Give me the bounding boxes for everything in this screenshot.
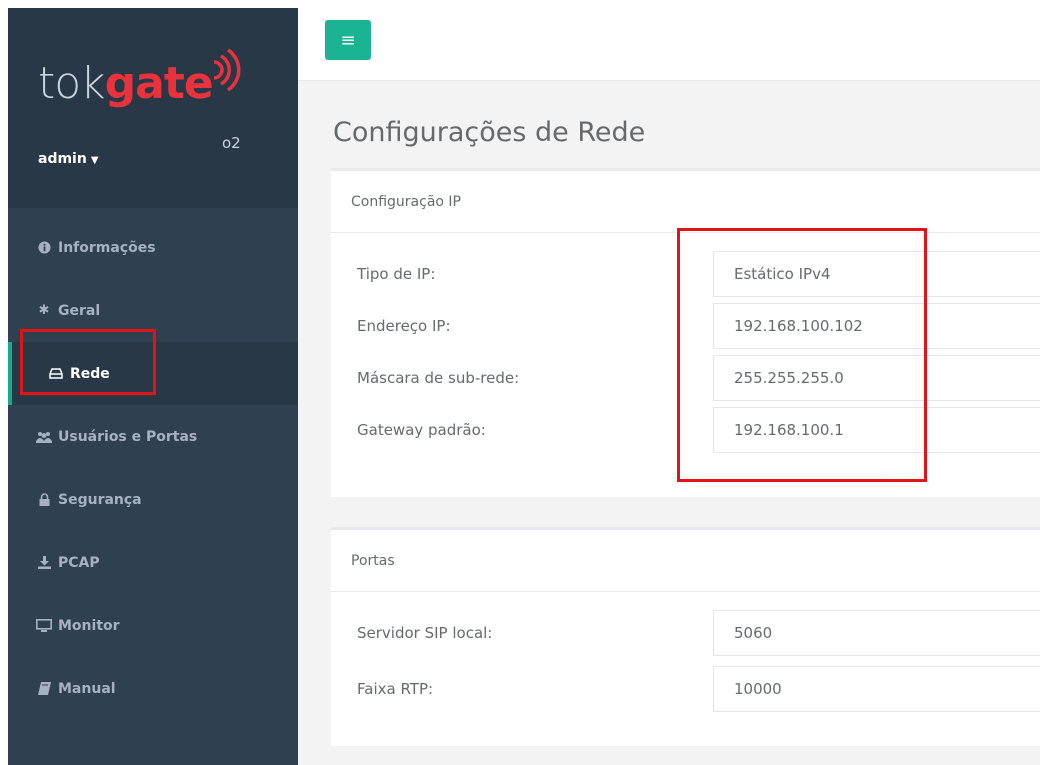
gear-icon: ✱ — [38, 303, 50, 318]
user-menu[interactable]: admin ▼ — [38, 151, 99, 167]
subnet-mask-label: Máscara de sub-rede: — [357, 369, 520, 387]
form-row-rtp-range: Faixa RTP: 10000 — [331, 666, 1040, 720]
ip-address-field[interactable]: 192.168.100.102 — [713, 303, 1040, 349]
panel-title: Configuração IP — [331, 171, 1040, 233]
subnet-mask-field[interactable]: 255.255.255.0 — [713, 355, 1040, 401]
sidebar-item-monitor[interactable]: Monitor — [8, 594, 298, 657]
sip-server-field[interactable]: 5060 — [713, 610, 1040, 656]
sidebar-header: tokgate o2 admin ▼ — [8, 8, 298, 208]
form-row-ip-address: Endereço IP: 192.168.100.102 — [331, 303, 1040, 357]
page-title: Configurações de Rede — [333, 117, 646, 148]
users-icon — [36, 431, 52, 443]
sidebar-item-label: Monitor — [58, 617, 120, 634]
signal-waves-icon — [213, 48, 241, 92]
top-navbar: ≡ — [298, 0, 1040, 81]
sidebar-item-label: Rede — [70, 365, 110, 382]
panel-title: Portas — [331, 530, 1040, 592]
sidebar-item-manual[interactable]: Manual — [8, 657, 298, 720]
rtp-range-field[interactable]: 10000 — [713, 666, 1040, 712]
sidebar-nav: Informações ✱ Geral Rede Usuários e Port… — [8, 216, 298, 720]
ports-panel: Portas Servidor SIP local: 5060 Faixa RT… — [331, 527, 1040, 746]
brand-name-part1: tok — [38, 58, 106, 109]
ip-type-label: Tipo de IP: — [357, 265, 436, 283]
book-icon — [36, 682, 52, 695]
sidebar-item-label: Segurança — [58, 491, 142, 508]
sidebar-item-rede[interactable]: Rede — [8, 342, 298, 405]
sidebar-item-usuarios-e-portas[interactable]: Usuários e Portas — [8, 405, 298, 468]
form-row-gateway: Gateway padrão: 192.168.100.1 — [331, 407, 1040, 461]
sidebar-item-label: Usuários e Portas — [58, 428, 198, 445]
main-content: Configurações de Rede Configuração IP Ti… — [298, 81, 1040, 765]
bars-icon: ≡ — [340, 29, 356, 51]
gateway-label: Gateway padrão: — [357, 421, 486, 439]
brand-logo: tokgate — [38, 62, 214, 106]
sidebar-item-informacoes[interactable]: Informações — [8, 216, 298, 279]
sidebar-item-pcap[interactable]: PCAP — [8, 531, 298, 594]
form-row-ip-type: Tipo de IP: Estático IPv4 — [331, 251, 1040, 305]
brand-name-part2: gate — [104, 58, 214, 109]
ip-address-label: Endereço IP: — [357, 317, 451, 335]
download-icon — [36, 556, 52, 569]
form-row-subnet-mask: Máscara de sub-rede: 255.255.255.0 — [331, 355, 1040, 409]
hdd-icon — [48, 368, 64, 379]
caret-down-icon: ▼ — [90, 155, 99, 166]
sip-server-label: Servidor SIP local: — [357, 624, 493, 642]
sidebar-item-geral[interactable]: ✱ Geral — [8, 279, 298, 342]
ip-type-select[interactable]: Estático IPv4 — [713, 251, 1040, 297]
info-circle-icon — [36, 241, 52, 254]
sidebar-item-label: PCAP — [58, 554, 100, 571]
ip-config-panel: Configuração IP Tipo de IP: Estático IPv… — [331, 168, 1040, 497]
gateway-field[interactable]: 192.168.100.1 — [713, 407, 1040, 453]
sidebar-item-seguranca[interactable]: Segurança — [8, 468, 298, 531]
form-row-sip-server: Servidor SIP local: 5060 — [331, 610, 1040, 664]
sidebar-item-label: Geral — [58, 302, 101, 319]
sidebar-item-label: Informações — [58, 239, 156, 256]
sidebar: tokgate o2 admin ▼ Informações ✱ Geral Re… — [8, 8, 298, 765]
desktop-icon — [36, 619, 52, 632]
menu-toggle-button[interactable]: ≡ — [325, 20, 371, 60]
sidebar-item-label: Manual — [58, 680, 116, 697]
lock-icon — [36, 493, 52, 506]
brand-subtitle: o2 — [222, 134, 241, 152]
rtp-range-label: Faixa RTP: — [357, 680, 434, 698]
user-name: admin — [38, 151, 87, 167]
